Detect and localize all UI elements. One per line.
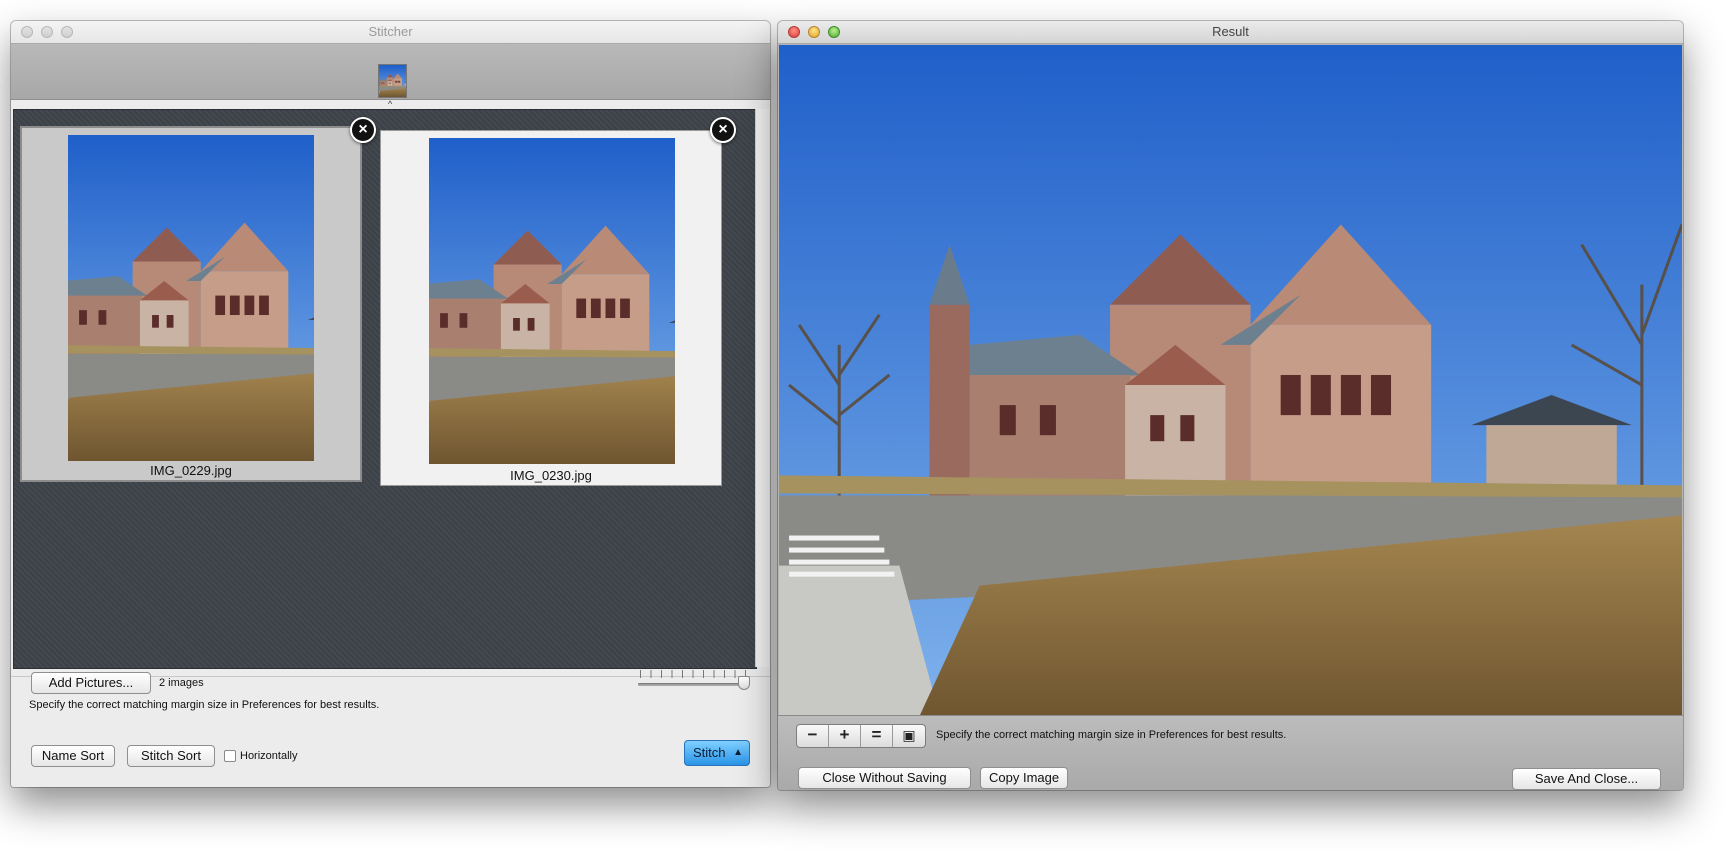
window-controls <box>788 26 840 38</box>
image-card[interactable]: IMG_0229.jpg <box>20 126 362 482</box>
result-titlebar: Result <box>778 21 1683 44</box>
close-without-saving-button[interactable]: Close Without Saving <box>798 767 971 789</box>
stitch-button[interactable]: Stitch ▲ <box>684 740 750 766</box>
image-thumbnail <box>429 138 675 464</box>
stitch-sort-button[interactable]: Stitch Sort <box>127 745 215 767</box>
hint-text: Specify the correct matching margin size… <box>936 729 1287 741</box>
actual-size-icon[interactable]: = <box>861 725 893 747</box>
close-window-button[interactable] <box>21 26 33 38</box>
triangle-up-icon: ▲ <box>733 747 743 758</box>
horizontally-label: Horizontally <box>240 750 298 762</box>
image-grid: IMG_0229.jpg × IMG_0230.jpg × <box>13 109 757 669</box>
window-title: Result <box>1212 24 1249 39</box>
copy-image-button[interactable]: Copy Image <box>980 767 1068 789</box>
strip-thumbnail[interactable] <box>378 64 407 98</box>
minimize-window-button[interactable] <box>808 26 820 38</box>
zoom-window-button[interactable] <box>61 26 73 38</box>
stitched-image <box>779 45 1682 715</box>
image-filename: IMG_0229.jpg <box>150 463 232 478</box>
horizontally-checkbox[interactable] <box>224 750 236 762</box>
image-filename: IMG_0230.jpg <box>510 468 592 483</box>
slider-ticks <box>640 670 746 678</box>
fit-to-window-icon[interactable]: ▣ <box>893 725 925 747</box>
zoom-window-button[interactable] <box>828 26 840 38</box>
window-controls <box>21 26 73 38</box>
add-pictures-button[interactable]: Add Pictures... <box>31 672 151 694</box>
stitcher-window: Stitcher ^ IMG_0229.jpg × IMG_0230.jpg ×… <box>11 21 770 787</box>
stitcher-titlebar: Stitcher <box>11 21 770 44</box>
remove-image-icon[interactable]: × <box>710 117 736 143</box>
image-card[interactable]: IMG_0230.jpg <box>380 130 722 486</box>
result-window: Result − + = ▣ Specify the correct match… <box>778 21 1683 790</box>
name-sort-button[interactable]: Name Sort <box>31 745 115 767</box>
stitch-label: Stitch <box>693 745 726 760</box>
image-thumbnail <box>68 135 314 461</box>
margin-slider-knob[interactable] <box>738 676 750 690</box>
hint-text: Specify the correct matching margin size… <box>29 699 380 711</box>
thumbnail-strip: ^ <box>11 44 770 109</box>
margin-slider[interactable] <box>638 683 748 686</box>
caret-up-icon: ^ <box>388 99 393 109</box>
zoom-controls: − + = ▣ <box>796 724 926 748</box>
window-title: Stitcher <box>368 24 413 39</box>
minimize-window-button[interactable] <box>41 26 53 38</box>
vertical-scrollbar[interactable] <box>755 109 769 667</box>
remove-image-icon[interactable]: × <box>350 117 376 143</box>
zoom-in-icon[interactable]: + <box>829 725 861 747</box>
image-count: 2 images <box>159 677 204 689</box>
zoom-out-icon[interactable]: − <box>797 725 829 747</box>
close-window-button[interactable] <box>788 26 800 38</box>
result-controls: − + = ▣ Specify the correct matching mar… <box>778 715 1683 790</box>
save-and-close-button[interactable]: Save And Close... <box>1512 768 1661 790</box>
